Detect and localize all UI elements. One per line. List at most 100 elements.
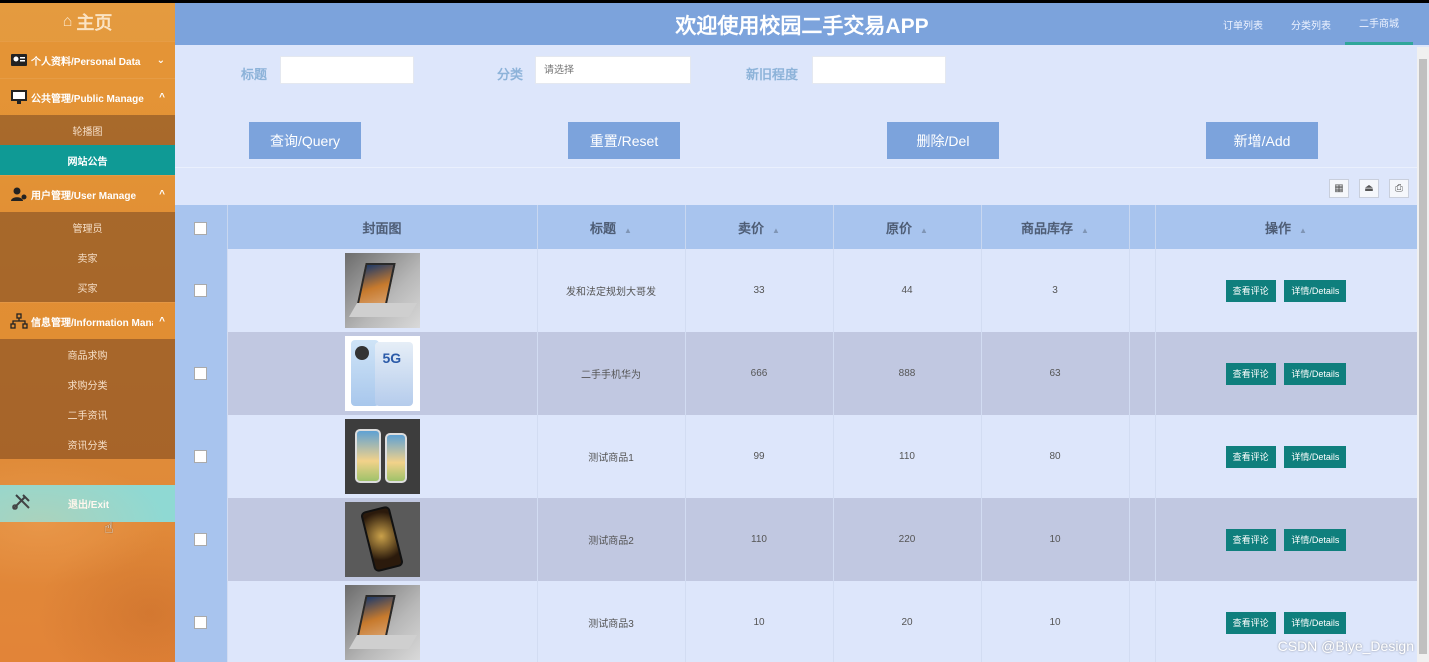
col-label: 操作 [1265,220,1292,236]
price-cell: 666 [685,332,834,415]
chevron-up-icon: ^ [159,188,165,200]
export-icon[interactable]: ⏏ [1359,179,1379,198]
col-label: 原价 [886,220,913,236]
col-label: 标题 [590,220,617,236]
laptop-image [344,585,420,660]
table-row[interactable]: 发和法定规划大哥发 33 44 3 查看评论 详情/Details [175,249,1418,332]
sidebar-item-carousel[interactable]: 轮播图 [0,115,175,145]
nav-categories[interactable]: 分类列表 [1277,3,1345,45]
original-price-cell: 110 [833,415,982,498]
action-bar: 查询/Query 重置/Reset 删除/Del 新增/Add [175,122,1429,160]
table-row[interactable]: 测试商品1 99 110 80 查看评论 详情/Details [175,415,1418,498]
sidebar: ⌂ 主页 个人资料/Personal Data ⌄ 公共管理/Public Ma… [0,3,175,662]
sidebar-item-admin[interactable]: 管理员 [0,212,175,242]
actions-cell: 查看评论 详情/Details [1155,249,1418,332]
actions-cell: 查看评论 详情/Details [1155,415,1418,498]
sort-icon: ▲ [1081,225,1089,235]
condition-filter-input[interactable] [812,56,946,84]
delete-button[interactable]: 删除/Del [887,122,999,159]
sort-icon: ▲ [772,225,780,235]
vertical-scrollbar[interactable] [1417,47,1429,662]
sort-icon: ▲ [1299,225,1307,235]
scrollbar-thumb[interactable] [1419,59,1427,654]
col-header-stock[interactable]: 商品库存 ▲ [981,205,1130,249]
actions-cell: 查看评论 详情/Details [1155,332,1418,415]
select-all-checkbox[interactable] [194,221,208,235]
col-header-actions[interactable]: 操作 ▲ [1155,205,1418,249]
reset-button[interactable]: 重置/Reset [568,122,680,159]
sidebar-item-product-request[interactable]: 商品求购 [0,339,175,369]
sidebar-item-seller[interactable]: 卖家 [0,242,175,272]
nav-orders[interactable]: 订单列表 [1209,3,1277,45]
product-table: 封面图 标题 ▲ 卖价 ▲ 原价 ▲ 商品库存 ▲ 操作 ▲ 发和法定规划大哥发 33 4… [175,205,1418,662]
chevron-up-icon: ^ [159,315,165,327]
sidebar-item-request-category[interactable]: 求购分类 [0,369,175,399]
sidebar-section-label: 信息管理/Information Manage [31,317,153,329]
title-filter-input[interactable] [280,56,414,84]
add-button[interactable]: 新增/Add [1206,122,1318,159]
sidebar-section-user-manage[interactable]: 用户管理/User Manage ^ [0,175,175,212]
sidebar-item-second-hand-news[interactable]: 二手资讯 [0,399,175,429]
nav-second-hand-mall[interactable]: 二手商城 [1345,3,1413,45]
title-filter-label: 标题 [241,67,268,82]
grid-icon[interactable]: ▦ [1329,179,1349,198]
view-comments-button[interactable]: 查看评论 [1225,445,1276,468]
sidebar-section-information-manage[interactable]: 信息管理/Information Manage ^ [0,302,175,339]
col-header-cover[interactable]: 封面图 [227,205,538,249]
print-icon[interactable]: ⎙ [1389,179,1409,198]
stock-cell: 80 [981,415,1130,498]
title-cell: 测试商品2 [537,498,686,581]
table-row[interactable]: 测试商品3 10 20 10 查看评论 详情/Details [175,581,1418,662]
original-price-cell: 888 [833,332,982,415]
table-row[interactable]: 测试商品2 110 220 10 查看评论 详情/Details [175,498,1418,581]
row-checkbox[interactable] [194,367,208,380]
table-row[interactable]: 5G 二手手机华为 666 888 63 查看评论 详情/Details [175,332,1418,415]
sidebar-section-label: 个人资料/Personal Data [31,56,141,68]
spacer-cell [1129,498,1156,581]
col-header-price[interactable]: 卖价 ▲ [685,205,834,249]
sidebar-section-personal-data[interactable]: 个人资料/Personal Data ⌄ [0,41,175,78]
col-header-title[interactable]: 标题 ▲ [537,205,686,249]
header: 欢迎使用校园二手交易APP 订单列表 分类列表 二手商城 [175,3,1429,45]
row-select-cell [175,415,228,498]
category-select[interactable] [535,56,691,84]
row-checkbox[interactable] [194,284,208,297]
sidebar-section-public-manage[interactable]: 公共管理/Public Manage ^ [0,78,175,115]
view-comments-button[interactable]: 查看评论 [1225,611,1276,634]
row-checkbox[interactable] [194,616,208,629]
user-gear-icon [10,185,30,203]
cover-cell [227,581,538,662]
details-button[interactable]: 详情/Details [1284,611,1347,634]
details-button[interactable]: 详情/Details [1284,528,1347,551]
query-button[interactable]: 查询/Query [249,122,361,159]
details-button[interactable]: 详情/Details [1284,362,1347,385]
stock-cell: 10 [981,498,1130,581]
main-content: 欢迎使用校园二手交易APP 订单列表 分类列表 二手商城 标题 分类 新旧程度 … [175,3,1429,662]
sidebar-item-news-category[interactable]: 资讯分类 [0,429,175,459]
spacer-cell [1129,415,1156,498]
details-button[interactable]: 详情/Details [1284,445,1347,468]
iphones-image [344,419,420,494]
original-price-cell: 220 [833,498,982,581]
laptop-image [344,253,420,328]
chevron-down-icon: ⌄ [156,54,165,66]
sidebar-home[interactable]: ⌂ 主页 [0,3,175,41]
sidebar-item-announcement[interactable]: 网站公告 [0,145,175,175]
sort-icon: ▲ [624,225,632,235]
view-comments-button[interactable]: 查看评论 [1225,528,1276,551]
col-label: 封面图 [362,220,402,236]
row-select-cell [175,498,228,581]
sidebar-item-buyer[interactable]: 买家 [0,272,175,302]
view-comments-button[interactable]: 查看评论 [1225,362,1276,385]
col-header-original-price[interactable]: 原价 ▲ [833,205,982,249]
cover-cell [227,498,538,581]
price-cell: 99 [685,415,834,498]
row-checkbox[interactable] [194,450,208,463]
details-button[interactable]: 详情/Details [1284,279,1347,302]
view-comments-button[interactable]: 查看评论 [1225,279,1276,302]
original-price-cell: 44 [833,249,982,332]
chevron-up-icon: ^ [159,91,165,103]
col-label: 商品库存 [1021,220,1074,236]
sidebar-exit[interactable]: 退出/Exit [0,485,175,522]
row-checkbox[interactable] [194,533,208,546]
